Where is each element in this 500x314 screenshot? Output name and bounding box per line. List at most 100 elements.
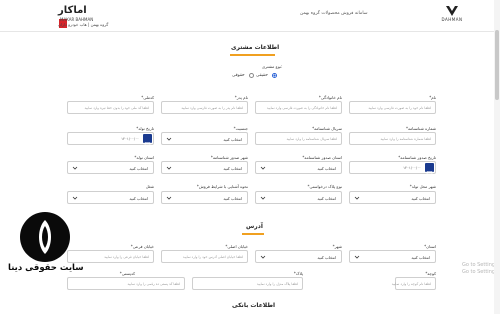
id-issue-city-value: انتخاب کنید: [223, 165, 242, 171]
dahman-logo[interactable]: DAHMAN: [440, 5, 464, 29]
plaque-label: *پلاک: [293, 271, 303, 276]
first-name-field[interactable]: لطفا نام خود را به صورت فارسی وارد نمایی…: [349, 101, 436, 114]
national-code-placeholder: لطفا کد ملی خود را بدون خط تیره وارد نما…: [84, 106, 149, 110]
referral-select[interactable]: انتخاب کنید: [161, 191, 248, 204]
chevron-down-icon: [260, 196, 266, 200]
id-serial-placeholder: لطفا سریال شناسنامه را وارد نمایید: [286, 137, 337, 141]
plaque-field[interactable]: لطفا پلاک منزل را وارد نمایید: [192, 277, 303, 290]
postal-code-placeholder: لطفا کد پستی ده رقمی را وارد نمایید: [127, 282, 180, 286]
father-name-placeholder: لطفا نام پدر را به صورت فارسی وارد نمایی…: [181, 106, 243, 110]
id-issue-city-label: *شهر صدور شناسنامه: [210, 155, 248, 160]
radio-legal[interactable]: [249, 73, 254, 78]
os-activation-overlay: Go to Settings Go to Settings: [462, 262, 498, 276]
id-number-placeholder: لطفا شماره شناسنامه را وارد نمایید: [380, 137, 431, 141]
chevron-down-icon: [166, 196, 172, 200]
plate-type-select[interactable]: انتخاب کنید: [255, 191, 342, 204]
address-city-select[interactable]: انتخاب کنید: [255, 250, 342, 263]
calendar-icon[interactable]: [143, 134, 152, 148]
last-name-placeholder: لطفا نام خانوادگی را به صورت فارسی وارد …: [266, 106, 337, 110]
brand-subtitle-2: گروه بهمن | هاب خودرو داران: [58, 22, 109, 27]
birth-city-value: انتخاب کنید: [411, 195, 430, 201]
main-street-field[interactable]: لطفا خیابان اصلی آدرس خود را وارد نمایید: [161, 250, 248, 263]
birth-province-label: *استان تولد: [134, 155, 154, 160]
address-city-label: *شهر: [332, 244, 342, 249]
watermark-site-text: سایت حقوقی دینا: [8, 263, 84, 273]
top-header: اماکار MAKAR BAHMAN گروه بهمن | هاب خودر…: [0, 0, 500, 32]
plaque-placeholder: لطفا پلاک منزل را وارد نمایید: [256, 282, 298, 286]
id-issue-date-field[interactable]: ۱۴۰۱/۰۰/۰۰: [349, 161, 436, 177]
birth-province-select[interactable]: انتخاب کنید: [67, 161, 154, 174]
birth-city-select[interactable]: انتخاب کنید: [349, 191, 436, 204]
side-street-label: *خیابان فرعی: [130, 244, 154, 249]
gender-label: *جنسیت: [233, 126, 248, 131]
job-label: شغل: [145, 184, 154, 189]
national-code-label: *کدملی: [141, 95, 154, 100]
customer-type-label: نوع مشتری:: [262, 64, 283, 69]
id-serial-field[interactable]: لطفا سریال شناسنامه را وارد نمایید: [255, 132, 342, 145]
brand-logo[interactable]: اماکار MAKAR BAHMAN گروه بهمن | هاب خودر…: [58, 4, 118, 28]
id-issue-province-select[interactable]: انتخاب کنید: [255, 161, 342, 174]
national-code-field[interactable]: لطفا کد ملی خود را بدون خط تیره وارد نما…: [67, 101, 154, 114]
calendar-icon[interactable]: [425, 163, 434, 177]
birth-province-value: انتخاب کنید: [129, 165, 148, 171]
id-number-label: *شماره شناسنامه: [405, 126, 436, 131]
referral-label: *نحوه آشنایی با شرایط فروش: [196, 184, 248, 189]
side-street-field[interactable]: لطفا خیابان فرعی را وارد نمایید: [67, 250, 154, 263]
dahman-emblem-icon: [446, 6, 458, 16]
birth-date-field[interactable]: ۱۴۰۱/۰۰/۰۰: [67, 132, 154, 148]
birth-city-label: *شهر محل تولد: [409, 184, 436, 189]
id-serial-label: *سریال شناسنامه: [312, 126, 342, 131]
first-name-placeholder: لطفا نام خود را به صورت فارسی وارد نمایی…: [368, 106, 431, 110]
address-section-title: آدرس: [246, 223, 263, 230]
postal-code-field[interactable]: لطفا کد پستی ده رقمی را وارد نمایید: [67, 277, 185, 290]
father-name-field[interactable]: لطفا نام پدر را به صورت فارسی وارد نمایی…: [161, 101, 248, 114]
main-street-label: *خیابان اصلی: [225, 244, 248, 249]
radio-legal-label: حقوقی: [232, 73, 245, 78]
brand-mark: اماکار: [58, 4, 92, 28]
id-issue-province-value: انتخاب کنید: [317, 165, 336, 171]
scrollbar-thumb[interactable]: [495, 30, 499, 100]
referral-value: انتخاب کنید: [223, 195, 242, 201]
plate-type-label: *نوع پلاک درخواستی: [307, 184, 342, 189]
chevron-down-icon: [72, 166, 78, 170]
first-name-label: *نام: [429, 95, 436, 100]
radio-natural-label: حقیقی: [256, 73, 268, 78]
address-province-select[interactable]: انتخاب کنید: [349, 250, 436, 263]
address-province-label: *استان: [424, 244, 436, 249]
plate-type-value: انتخاب کنید: [317, 195, 336, 201]
main-street-placeholder: لطفا خیابان اصلی آدرس خود را وارد نمایید: [182, 255, 243, 259]
bank-section-title: اطلاعات بانکی: [232, 302, 276, 309]
dahman-label: DAHMAN: [441, 17, 463, 22]
chevron-down-icon: [260, 255, 266, 259]
chevron-down-icon: [166, 137, 172, 141]
os-overlay-line-1: Go to Settings: [462, 262, 498, 268]
job-value: انتخاب کنید: [129, 195, 148, 201]
last-name-field[interactable]: لطفا نام خانوادگی را به صورت فارسی وارد …: [255, 101, 342, 114]
last-name-label: *نام خانوادگی: [318, 95, 342, 100]
alley-field[interactable]: لطفا نام کوچه را وارد نمایید: [392, 277, 436, 290]
os-overlay-line-2: Go to Settings: [462, 269, 498, 275]
alley-label: *کوچه: [425, 271, 436, 276]
brand-mark-text: اماکار: [58, 5, 87, 16]
birth-date-label: *تاریخ تولد: [136, 126, 154, 131]
address-section-underline: [242, 233, 264, 235]
chevron-down-icon: [354, 255, 360, 259]
id-issue-date-value: ۱۴۰۱/۰۰/۰۰: [403, 166, 421, 170]
address-province-value: انتخاب کنید: [411, 254, 430, 260]
birth-date-value: ۱۴۰۱/۰۰/۰۰: [121, 137, 139, 141]
page-scrollbar[interactable]: [494, 0, 500, 314]
customer-section-underline: [230, 54, 275, 56]
side-street-placeholder: لطفا خیابان فرعی را وارد نمایید: [104, 255, 149, 259]
address-city-value: انتخاب کنید: [317, 254, 336, 260]
job-select[interactable]: انتخاب کنید: [67, 191, 154, 204]
id-issue-date-label: *تاریخ صدور شناسنامه: [398, 155, 436, 160]
id-number-field[interactable]: لطفا شماره شناسنامه را وارد نمایید: [349, 132, 436, 145]
customer-section-title: اطلاعات مشتری: [231, 44, 280, 51]
id-issue-city-select[interactable]: انتخاب کنید: [161, 161, 248, 174]
id-issue-province-label: *استان صدور شناسنامه: [302, 155, 342, 160]
gender-select[interactable]: انتخاب کنید: [161, 132, 248, 145]
watermark-logo-icon: [20, 212, 70, 262]
chevron-down-icon: [260, 166, 266, 170]
radio-natural[interactable]: [272, 73, 277, 78]
chevron-down-icon: [354, 196, 360, 200]
